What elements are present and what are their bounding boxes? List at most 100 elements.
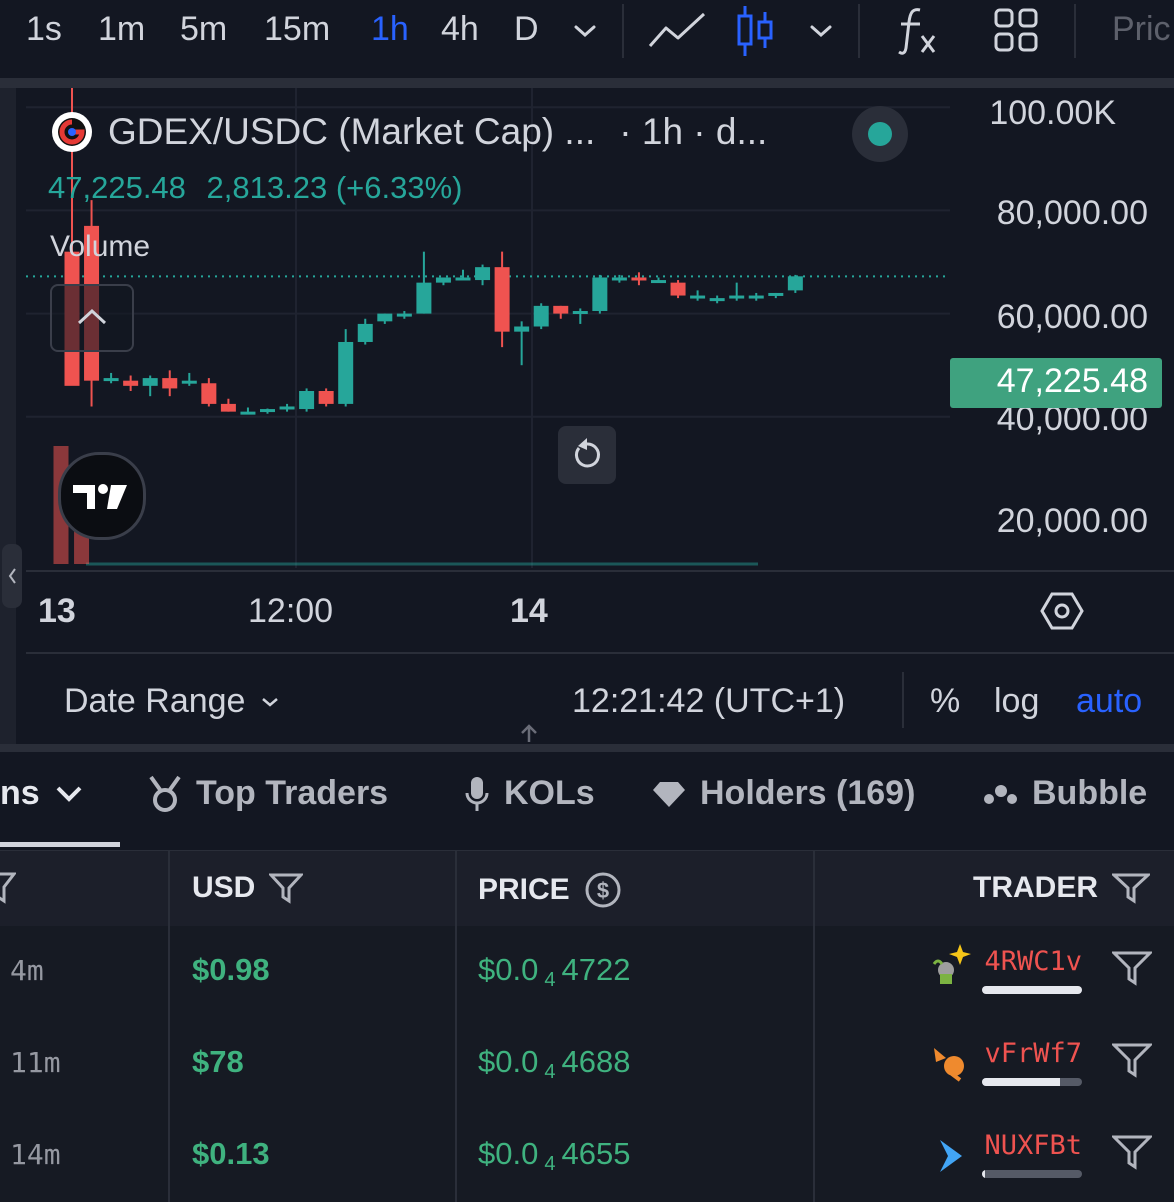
timeframe-1h[interactable]: 1h [371,10,409,49]
tab-label: KOLs [504,774,595,812]
filter-icon[interactable] [1112,1134,1152,1170]
tab-transactions[interactable]: ns [0,774,84,813]
trader-avatar-icon [934,1048,964,1082]
chevron-left-icon [8,568,16,584]
microphone-icon [465,776,489,811]
timeframe-1s[interactable]: 1s [26,10,62,49]
price-prefix: $0.0 [478,1136,539,1171]
percent-scale-toggle[interactable]: % [930,682,960,721]
timeframe-d[interactable]: D [514,10,539,49]
market-status-indicator[interactable] [852,106,908,162]
candle-body [514,326,530,332]
table-row[interactable]: 14m $0.13 $0.0 4 4655 NUXFBt [0,1110,1174,1202]
filter-icon[interactable] [1112,872,1150,904]
timeframe-4h[interactable]: 4h [441,10,479,49]
candle-body [416,282,432,314]
filter-icon[interactable] [1112,1042,1152,1078]
reset-chart-button[interactable] [558,426,616,484]
clock-timezone[interactable]: 12:21:42 (UTC+1) [572,682,845,721]
trader-address[interactable]: vFrWf7 [984,1038,1082,1069]
filter-icon[interactable] [1112,950,1152,986]
data-tabs: ns Top Traders KOLs Holders (169) Bubble [0,752,1174,848]
currency-toggle-icon[interactable]: $ [584,871,622,909]
column-header-trader[interactable]: TRADER [973,871,1150,905]
price-toggle-label[interactable]: Pric [1112,10,1171,49]
price-tick: 20,000.00 [996,502,1148,540]
candle-body [592,277,608,312]
interval-label: · 1h · d... [619,111,768,152]
candle-body [611,277,627,281]
chevron-down-icon [262,697,279,707]
timeframe-15m[interactable]: 15m [264,10,330,49]
pane-divider [0,744,1174,752]
date-range-label: Date Range [64,682,246,720]
chart-settings-icon[interactable] [1040,590,1084,632]
filter-icon[interactable] [269,872,304,904]
collapse-legend-button[interactable] [50,284,134,352]
tab-holders[interactable]: Holders (169) [652,774,915,813]
collapse-panel-handle[interactable] [2,544,22,608]
candle-body [494,267,510,332]
volume-label: Volume [50,230,151,263]
time-tick: 14 [510,592,548,630]
tradingview-logo[interactable] [58,452,146,540]
time-axis[interactable]: 13 12:00 14 [26,570,1174,652]
trade-usd: $78 [192,1044,244,1079]
symbol-title[interactable]: GDEX/USDC (Market Cap) ... [108,111,595,153]
ohlc-values: 47,225.48 2,813.23 (+6.33%) [48,170,462,206]
tab-label: Top Traders [196,774,389,812]
trade-age: 4m [10,954,44,987]
trade-usd: $0.98 [192,952,270,987]
indicators-fx-icon[interactable] [896,4,940,58]
trade-price: $0.0 4 4655 [478,1136,630,1176]
candle-body [475,267,491,281]
timeframe-5m[interactable]: 5m [180,10,227,49]
date-range-dropdown[interactable]: Date Range [64,682,281,721]
candle-body [690,295,706,299]
table-row[interactable]: 4m $0.98 $0.0 4 4722 4RWC1v [0,926,1174,1020]
tab-label: ns [0,774,40,812]
trade-usd: $0.13 [192,1136,270,1171]
candle-body [103,378,119,382]
column-header-label: USD [192,871,256,904]
price-digits: 4722 [561,952,631,987]
trader-address[interactable]: 4RWC1v [984,946,1082,977]
column-header-usd[interactable]: USD [192,871,304,905]
candle-body [455,277,471,281]
column-header-label: PRICE [478,873,570,906]
log-scale-toggle[interactable]: log [994,682,1039,721]
column-header-price[interactable]: PRICE $ [478,871,622,909]
candle-body [787,276,803,291]
line-chart-icon[interactable] [646,8,708,52]
change-value: 2,813.23 (+6.33%) [206,170,463,205]
trader-address[interactable]: NUXFBt [984,1130,1082,1161]
bubblemap-icon [984,784,1017,804]
last-value: 47,225.48 [48,170,186,205]
chevron-down-icon [56,786,82,802]
trade-price: $0.0 4 4722 [478,952,630,992]
candle-body [651,280,666,284]
price-axis[interactable]: 100.00K 80,000.00 60,000.00 40,000.00 20… [950,88,1174,568]
chevron-down-icon[interactable] [572,20,598,42]
chart-toolbar: 1s 1m 5m 15m 1h 4h D Pric [0,0,1174,78]
price-prefix: $0.0 [478,952,539,987]
candle-body [181,380,197,384]
candle-body [729,295,745,299]
tab-bubblemap[interactable]: Bubble [982,774,1147,813]
auto-scale-toggle[interactable]: auto [1076,682,1142,721]
candle-body [553,305,569,314]
table-row[interactable]: 11m $78 $0.0 4 4688 vFrWf7 [0,1018,1174,1112]
candle-body [768,292,784,296]
chevron-down-icon[interactable] [808,20,834,42]
filter-icon[interactable] [0,871,16,905]
candle-body [162,378,178,389]
timeframe-1m[interactable]: 1m [98,10,145,49]
diamond-icon [653,781,685,807]
current-price-label: 47,225.48 [950,358,1162,408]
layout-grid-icon[interactable] [994,8,1038,52]
candlestick-icon[interactable] [734,4,776,58]
tab-kols[interactable]: KOLs [464,774,595,813]
tab-top-traders[interactable]: Top Traders [148,774,388,813]
chart-plot-area[interactable]: GDEX/USDC (Market Cap) ... · 1h · d... 4… [26,88,950,568]
candle-body [279,406,295,410]
